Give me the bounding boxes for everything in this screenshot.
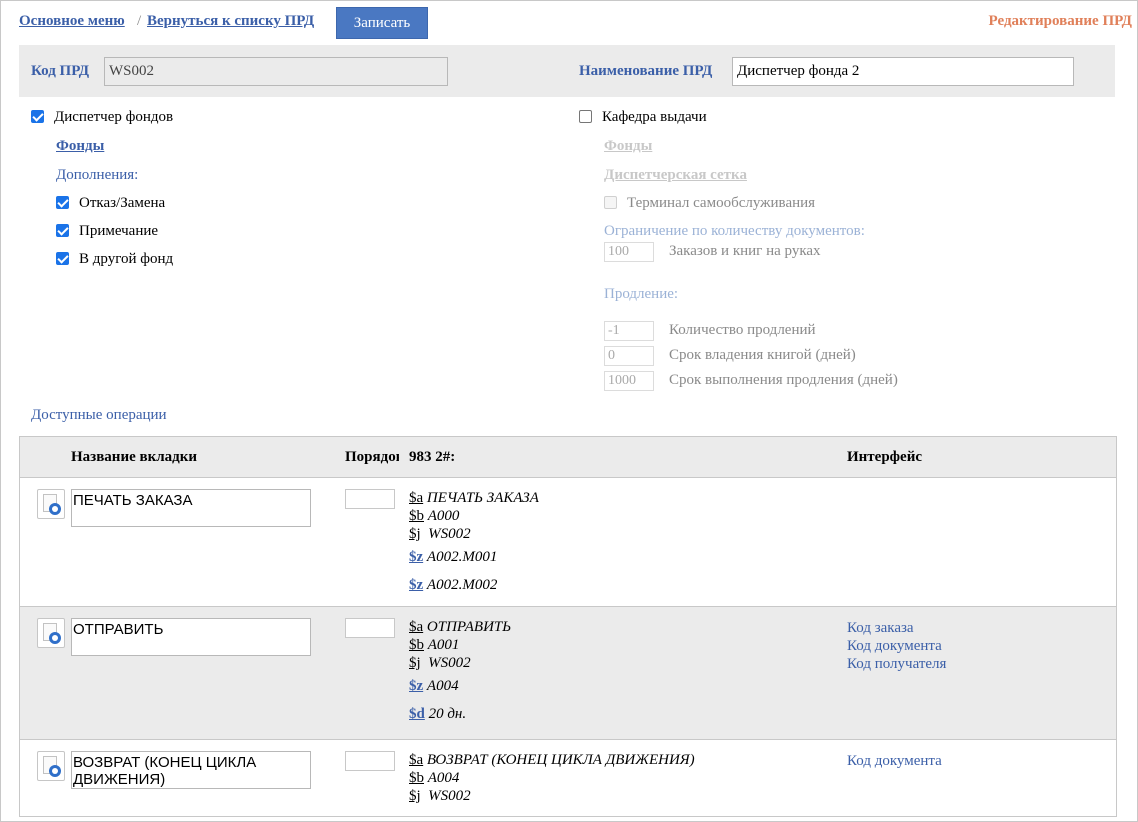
dispatch-grid-link[interactable]: Диспетчерская сетка [604, 167, 747, 184]
col-order: Порядок [345, 449, 399, 465]
subfield-value: А000 [427, 508, 460, 524]
subfield-link[interactable]: $z [409, 549, 423, 565]
renewal-term-desc: Срок выполнения продления (дней) [669, 372, 898, 388]
order-input[interactable] [345, 489, 395, 509]
option-label-note: Примечание [79, 223, 159, 239]
subfield-value: ОТПРАВИТЬ [426, 619, 512, 635]
right-funds-link[interactable]: Фонды [604, 138, 652, 155]
subfield-value: WS002 [428, 655, 471, 671]
loan-period-desc: Срок владения книгой (дней) [669, 347, 856, 363]
option-label-refusal: Отказ/Замена [79, 195, 166, 211]
subfield-code: $a [409, 752, 424, 768]
name-field[interactable] [732, 57, 1074, 86]
renewal-term-input[interactable] [604, 371, 654, 391]
save-button[interactable]: Записать [336, 7, 428, 39]
subfield-link[interactable]: $z [409, 577, 423, 593]
subfield-value: А002.М002 [426, 577, 498, 593]
interface-list: Код документа [847, 752, 942, 770]
subfields: $a ОТПРАВИТЬ $b А001 $j WS002 $z А004 $d… [409, 618, 511, 723]
code-field[interactable] [104, 57, 448, 86]
renewal-count-desc: Количество продлений [669, 322, 816, 338]
subfield-value: А002.М001 [426, 549, 498, 565]
name-label: Наименование ПРД [579, 63, 713, 79]
subfield-value: ВОЗВРАТ (КОНЕЦ ЦИКЛА ДВИЖЕНИЯ) [426, 752, 695, 768]
desk-label: Кафедра выдачи [602, 109, 707, 125]
subfield-code: $j [409, 788, 421, 804]
interface-link[interactable]: Код документа [847, 752, 942, 770]
limit-desc: Заказов и книг на руках [669, 243, 821, 259]
settings-gear-icon[interactable] [37, 489, 65, 519]
interface-list: Код заказа Код документа Код получателя [847, 619, 946, 673]
limit-label: Ограничение по количеству документов: [604, 223, 865, 239]
dispatcher-checkbox[interactable] [31, 110, 44, 123]
option-checkbox-other-fund[interactable] [56, 252, 69, 265]
subfield-link[interactable]: $z [409, 678, 423, 694]
col-tab-name: Название вкладки [71, 449, 198, 465]
interface-link[interactable]: Код получателя [847, 655, 946, 673]
subfield-code: $a [409, 619, 424, 635]
subfield-value: А001 [427, 637, 460, 653]
subfield-value: WS002 [428, 788, 471, 804]
desk-checkbox[interactable] [579, 110, 592, 123]
option-label-other-fund: В другой фонд [79, 251, 174, 267]
subfield-link[interactable]: $d [409, 706, 425, 722]
subfield-value: А004 [427, 770, 460, 786]
main-menu-link[interactable]: Основное меню [19, 13, 125, 30]
subfields: $a ВОЗВРАТ (КОНЕЦ ЦИКЛА ДВИЖЕНИЯ) $b А00… [409, 751, 695, 805]
subfield-value: А004 [426, 678, 459, 694]
col-field: 983 2#: [409, 449, 456, 465]
option-checkbox-note[interactable] [56, 224, 69, 237]
col-interface: Интерфейс [847, 449, 923, 465]
subfield-value: WS002 [428, 526, 471, 542]
additions-label: Дополнения: [56, 167, 139, 183]
option-checkbox-refusal[interactable] [56, 196, 69, 209]
dispatcher-label: Диспетчер фондов [54, 109, 174, 125]
order-input[interactable] [345, 618, 395, 638]
interface-link[interactable]: Код заказа [847, 619, 946, 637]
subfield-value: 20 дн. [428, 706, 467, 722]
subfield-code: $j [409, 655, 421, 671]
back-to-list-link[interactable]: Вернуться к списку ПРД [147, 13, 314, 30]
subfield-code: $b [409, 508, 424, 524]
code-label: Код ПРД [31, 63, 90, 79]
page-title: Редактирование ПРД [988, 13, 1132, 29]
settings-gear-icon[interactable] [37, 751, 65, 781]
order-input[interactable] [345, 751, 395, 771]
limit-input[interactable] [604, 242, 654, 262]
subfield-code: $j [409, 526, 421, 542]
ops-title: Доступные операции [31, 407, 167, 423]
loan-period-input[interactable] [604, 346, 654, 366]
settings-gear-icon[interactable] [37, 618, 65, 648]
subfields: $a ПЕЧАТЬ ЗАКАЗА $b А000 $j WS002 $z А00… [409, 489, 539, 594]
renewal-count-input[interactable] [604, 321, 654, 341]
left-funds-link[interactable]: Фонды [56, 138, 104, 155]
tab-name-input[interactable] [71, 618, 311, 656]
subfield-code: $a [409, 490, 424, 506]
ops-table: Название вкладки Порядок 983 2#: Интерфе… [19, 436, 1117, 817]
breadcrumb-separator: / [137, 13, 142, 29]
subfield-value: ПЕЧАТЬ ЗАКАЗА [426, 490, 539, 506]
terminal-label: Терминал самообслуживания [627, 195, 816, 211]
terminal-checkbox[interactable] [604, 196, 617, 209]
subfield-code: $b [409, 637, 424, 653]
renewal-label: Продление: [604, 286, 679, 302]
tab-name-input[interactable] [71, 751, 311, 789]
tab-name-input[interactable] [71, 489, 311, 527]
subfield-code: $b [409, 770, 424, 786]
interface-link[interactable]: Код документа [847, 637, 946, 655]
